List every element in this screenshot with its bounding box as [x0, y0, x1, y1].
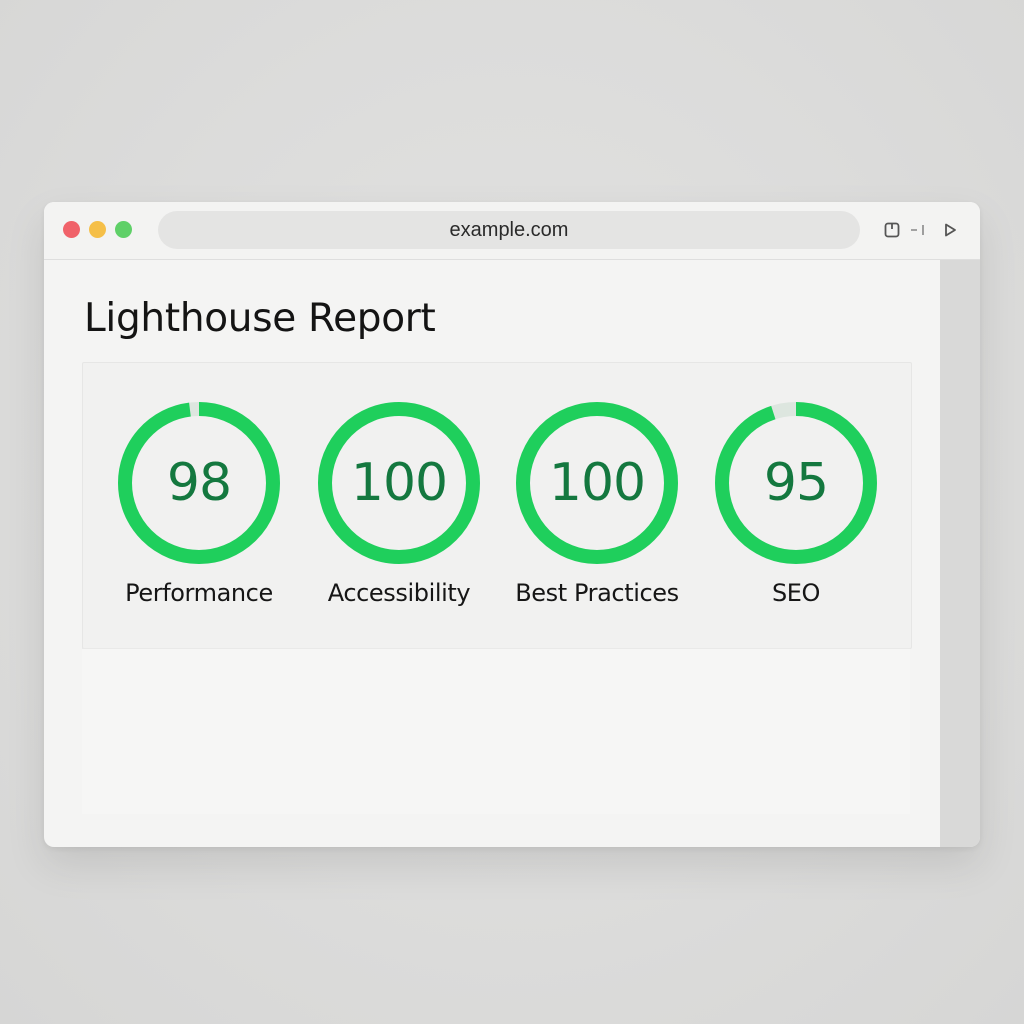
gauge-performance[interactable]: 98 Performance — [99, 401, 299, 621]
gauge-accessibility[interactable]: 100 Accessibility — [299, 401, 499, 621]
gauge-score: 95 — [763, 453, 829, 513]
scrollbar[interactable] — [940, 260, 980, 847]
maximize-window-button[interactable] — [115, 221, 132, 238]
minimize-window-button[interactable] — [89, 221, 106, 238]
report-details-panel — [82, 648, 910, 814]
browser-titlebar: example.com — [44, 202, 980, 260]
gauge-score: 100 — [548, 453, 646, 513]
gauge-score: 100 — [350, 453, 448, 513]
gauge-score: 98 — [166, 453, 232, 513]
scores-card: 98 Performance 100 Accessibility 100 Bes… — [82, 362, 912, 649]
page-content: Lighthouse Report 98 Performance 100 Acc… — [44, 260, 940, 847]
gauge-best-practices[interactable]: 100 Best Practices — [497, 401, 697, 621]
tabs-icon[interactable] — [908, 220, 928, 240]
address-bar[interactable]: example.com — [158, 211, 860, 249]
gauge-seo[interactable]: 95 SEO — [696, 401, 896, 621]
play-icon[interactable] — [940, 220, 960, 240]
page-title: Lighthouse Report — [84, 296, 436, 341]
gauge-label: SEO — [771, 579, 821, 607]
browser-window: example.com Lighthouse Report 98 Perform… — [44, 202, 980, 847]
share-icon[interactable] — [882, 220, 902, 240]
address-bar-url: example.com — [449, 218, 569, 241]
close-window-button[interactable] — [63, 221, 80, 238]
